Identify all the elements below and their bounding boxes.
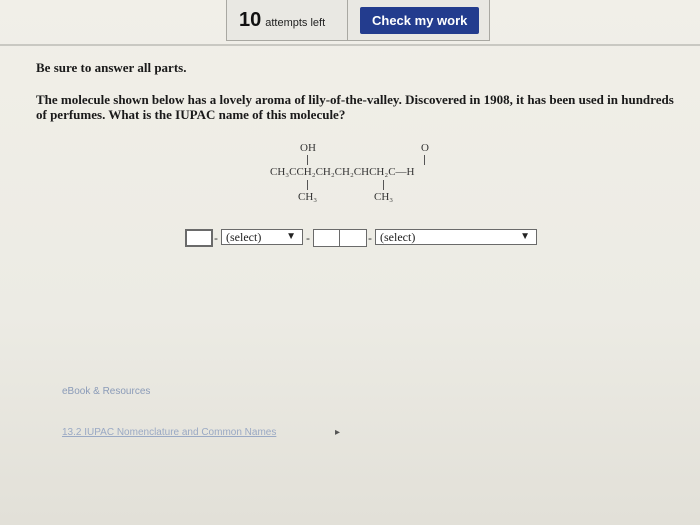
locant-input-2[interactable] — [313, 229, 341, 247]
select-1-value: (select) — [226, 229, 262, 244]
substituent-select-1[interactable]: (select) ▼ — [221, 229, 303, 245]
dash: - — [214, 231, 218, 245]
dropdown-arrow-icon: ▼ — [520, 231, 530, 242]
dash: - — [368, 231, 372, 245]
divider — [347, 0, 348, 40]
locant-input-1[interactable] — [185, 229, 213, 247]
attempts-count: 10 — [239, 8, 262, 31]
question-text: The molecule shown below has a lovely ar… — [36, 92, 674, 122]
bond-ch3-a — [307, 180, 308, 190]
instructions: Be sure to answer all parts. — [36, 60, 187, 75]
locant-input-3[interactable] — [339, 229, 367, 247]
expand-arrow-icon[interactable]: ▸ — [335, 427, 340, 438]
top-bar: 10 attempts left Check my work — [226, 0, 490, 41]
ebook-resources-label: eBook & Resources — [62, 386, 151, 397]
check-my-work-button[interactable]: Check my work — [360, 6, 480, 34]
main-chain: CH₃CCH₂CH₂CH₂CHCH₂C—H — [270, 166, 415, 178]
parent-name-select[interactable]: (select) ▼ — [375, 229, 537, 245]
dropdown-arrow-icon: ▼ — [286, 231, 296, 242]
attempts-label: attempts left — [265, 16, 326, 29]
carbonyl-oxygen-label: O — [421, 142, 429, 154]
select-2-value: (select) — [380, 229, 416, 244]
dash: - — [306, 231, 310, 245]
hydroxyl-label: OH — [300, 142, 316, 154]
bond-oh — [307, 155, 308, 165]
attempts-counter: 10 attempts left — [227, 9, 347, 32]
bond-o — [424, 155, 425, 165]
page-divider — [0, 44, 700, 46]
bond-ch3-b — [383, 180, 384, 190]
molecule-structure: OH O CH₃CCH₂CH₂CH₂CHCH₂C—H CH₃ CH₃ — [270, 140, 470, 210]
reference-link[interactable]: 13.2 IUPAC Nomenclature and Common Names — [62, 427, 276, 438]
methyl-b-label: CH₃ — [374, 191, 394, 203]
methyl-a-label: CH₃ — [298, 191, 318, 203]
